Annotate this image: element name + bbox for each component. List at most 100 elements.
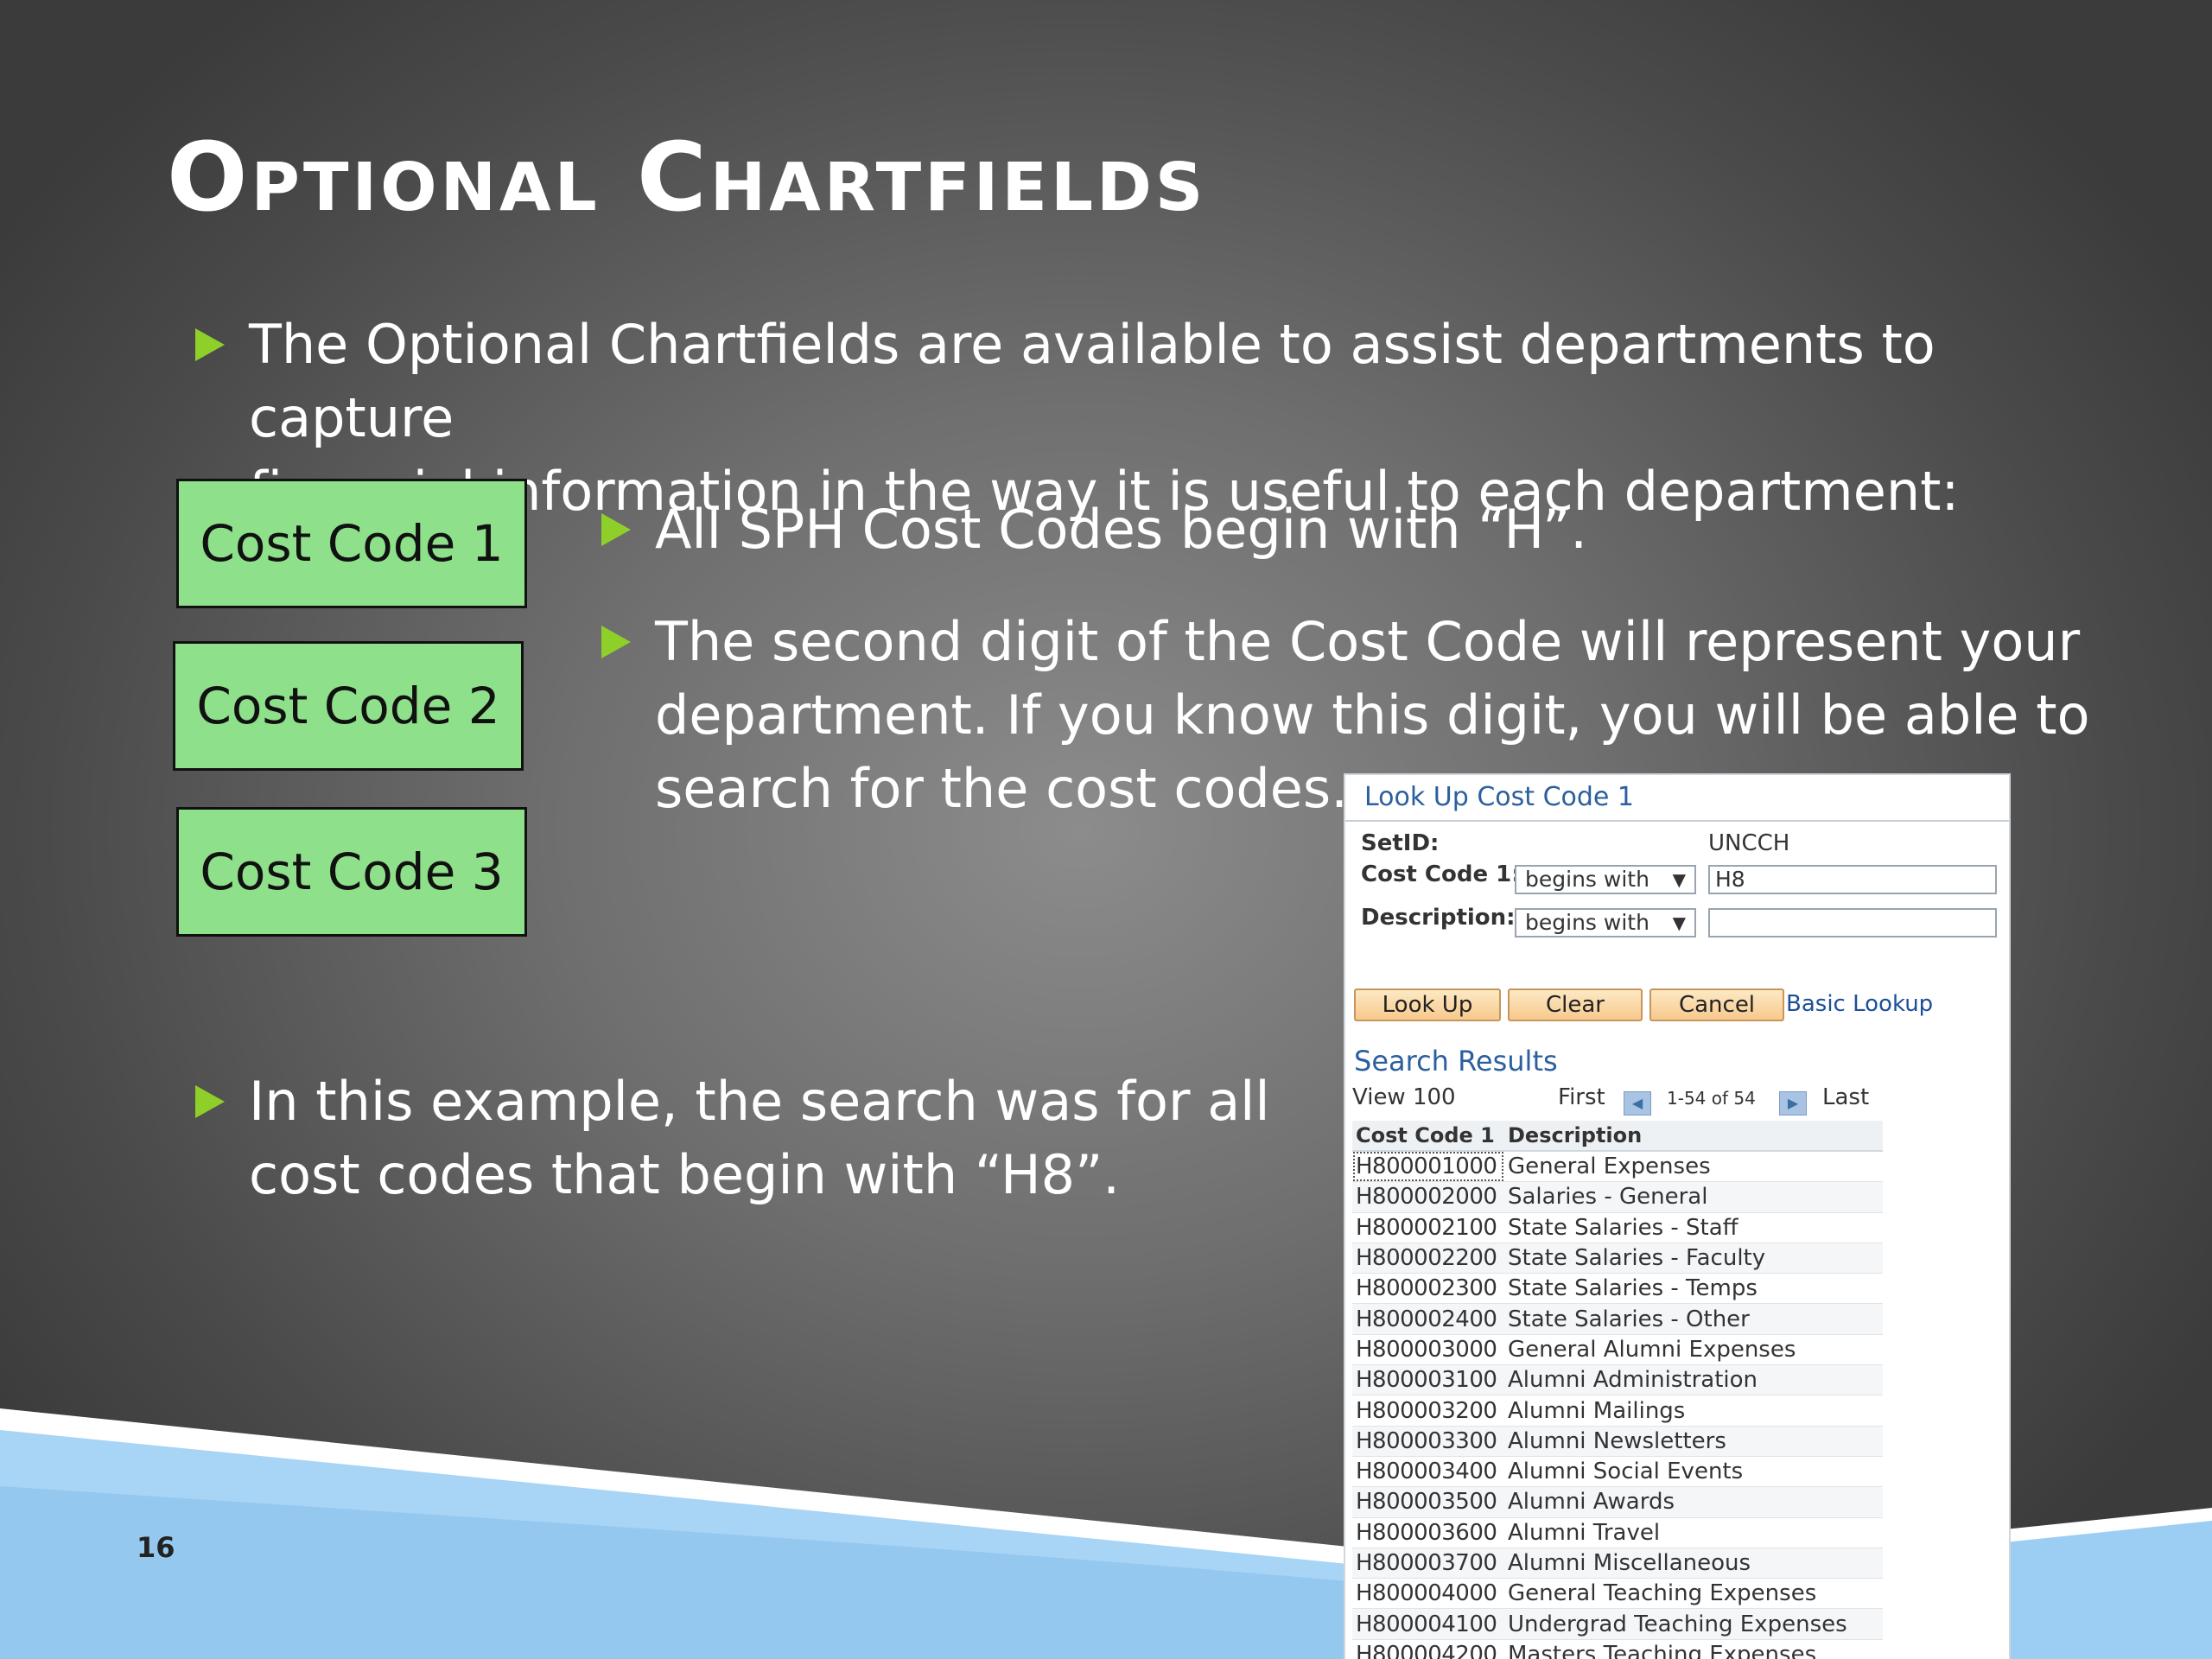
table-row[interactable]: H800002200 State Salaries - Faculty [1352, 1243, 1883, 1274]
basic-lookup-link[interactable]: Basic Lookup [1786, 991, 1933, 1017]
bullet-example-line1: In this example, the search was for all [249, 1070, 1270, 1133]
description-cell[interactable]: General Teaching Expenses [1504, 1578, 1883, 1610]
bullet-arrow-icon [195, 328, 225, 361]
bullet-main-line1: The Optional Chartfields are available t… [249, 313, 1936, 449]
cancel-button[interactable]: Cancel [1649, 988, 1784, 1021]
description-cell[interactable]: General Alumni Expenses [1504, 1334, 1883, 1366]
cost-code-cell[interactable]: H800004200 [1352, 1639, 1504, 1659]
description-cell[interactable]: Alumni Travel [1504, 1517, 1883, 1548]
table-row[interactable]: H800003700 Alumni Miscellaneous [1352, 1548, 1883, 1580]
cost-code-3-label: Cost Code 3 [200, 842, 504, 901]
table-row[interactable]: H800004100 Undergrad Teaching Expenses [1352, 1608, 1883, 1640]
cost-code-input[interactable]: H8 [1708, 865, 1997, 894]
column-header-description[interactable]: Description [1504, 1121, 1883, 1152]
description-cell[interactable]: General Expenses [1504, 1151, 1883, 1183]
description-operator-select[interactable]: begins with ▼ [1515, 908, 1696, 938]
bullet-h-line: All SPH Cost Codes begin with “H”. [655, 498, 1588, 561]
cost-code-cell[interactable]: H800003200 [1352, 1395, 1504, 1427]
bullet-h-prefix: All SPH Cost Codes begin with “H”. [601, 493, 2124, 566]
chevron-down-icon: ▼ [1672, 869, 1686, 890]
description-cell[interactable]: Salaries - General [1504, 1181, 1883, 1213]
description-operator-value: begins with [1525, 910, 1649, 935]
prev-page-icon[interactable]: ◀ [1624, 1091, 1651, 1116]
cost-code-2-box: Cost Code 2 [173, 641, 524, 771]
last-link[interactable]: Last [1822, 1084, 1869, 1110]
description-cell[interactable]: Undergrad Teaching Expenses [1504, 1608, 1883, 1640]
cost-code-cell[interactable]: H800003100 [1352, 1364, 1504, 1396]
column-header-cost-code[interactable]: Cost Code 1 [1352, 1121, 1504, 1152]
description-cell[interactable]: Alumni Awards [1504, 1486, 1883, 1518]
cost-code-cell[interactable]: H800002100 [1352, 1212, 1504, 1243]
look-up-button[interactable]: Look Up [1354, 988, 1501, 1021]
clear-button[interactable]: Clear [1508, 988, 1643, 1021]
result-range: 1-54 of 54 [1667, 1088, 1756, 1109]
description-cell[interactable]: Masters Teaching Expenses [1504, 1639, 1883, 1659]
results-body: H800001000 General Expenses H800002000 Sala… [1352, 1151, 1883, 1659]
cost-code-cell[interactable]: H800004100 [1352, 1608, 1504, 1640]
cost-code-operator-value: begins with [1525, 867, 1649, 892]
bullet-example: In this example, the search was for all … [195, 1065, 1329, 1211]
table-row[interactable]: H800003400 Alumni Social Events [1352, 1456, 1883, 1488]
description-cell[interactable]: State Salaries - Other [1504, 1303, 1883, 1335]
description-label: Description: [1361, 905, 1516, 931]
description-cell[interactable]: Alumni Newsletters [1504, 1426, 1883, 1457]
cost-code-cell[interactable]: H800002300 [1352, 1273, 1504, 1305]
table-row[interactable]: H800003500 Alumni Awards [1352, 1486, 1883, 1518]
results-header-row: Cost Code 1 Description [1352, 1121, 1883, 1152]
cost-code-cell[interactable]: H800002000 [1352, 1181, 1504, 1213]
cost-code-cell[interactable]: H800003000 [1352, 1334, 1504, 1366]
table-row[interactable]: H800003600 Alumni Travel [1352, 1517, 1883, 1548]
cost-code-cell[interactable]: H800001000 [1352, 1151, 1504, 1183]
table-row[interactable]: H800003300 Alumni Newsletters [1352, 1426, 1883, 1457]
cost-code-1-box: Cost Code 1 [176, 479, 527, 608]
cost-code-cell[interactable]: H800004000 [1352, 1578, 1504, 1610]
search-results-title: Search Results [1354, 1045, 1558, 1077]
cost-code-cell[interactable]: H800002200 [1352, 1243, 1504, 1274]
bullet-arrow-icon [601, 626, 631, 658]
slide-title: Optional Chartfields [167, 122, 1207, 232]
table-row[interactable]: H800003000 General Alumni Expenses [1352, 1334, 1883, 1366]
bullet-arrow-icon [601, 513, 631, 546]
table-row[interactable]: H800002400 State Salaries - Other [1352, 1303, 1883, 1335]
chevron-down-icon: ▼ [1672, 912, 1686, 933]
table-row[interactable]: H800004200 Masters Teaching Expenses [1352, 1639, 1883, 1659]
cost-code-1-label: Cost Code 1 [200, 514, 504, 573]
description-cell[interactable]: State Salaries - Faculty [1504, 1243, 1883, 1274]
description-cell[interactable]: Alumni Mailings [1504, 1395, 1883, 1427]
cost-code-2-label: Cost Code 2 [196, 677, 500, 735]
table-row[interactable]: H800003100 Alumni Administration [1352, 1364, 1883, 1396]
cost-code-cell[interactable]: H800003700 [1352, 1548, 1504, 1580]
cost-code-operator-select[interactable]: begins with ▼ [1515, 865, 1696, 894]
description-cell[interactable]: Alumni Miscellaneous [1504, 1548, 1883, 1580]
description-cell[interactable]: Alumni Administration [1504, 1364, 1883, 1396]
description-cell[interactable]: State Salaries - Temps [1504, 1273, 1883, 1305]
table-row[interactable]: H800001000 General Expenses [1352, 1151, 1883, 1183]
bullet-arrow-icon [195, 1085, 225, 1118]
bullet-digit-line2: department. If you know this digit, you … [655, 683, 2090, 747]
table-row[interactable]: H800002300 State Salaries - Temps [1352, 1273, 1883, 1305]
setid-label: SetID: [1361, 830, 1440, 856]
lookup-title: Look Up Cost Code 1 [1345, 775, 2009, 822]
cost-code-label: Cost Code 1: [1361, 861, 1521, 887]
cost-code-cell[interactable]: H800003600 [1352, 1517, 1504, 1548]
cost-code-cell[interactable]: H800003300 [1352, 1426, 1504, 1457]
cost-code-3-box: Cost Code 3 [176, 807, 527, 937]
view-100-link[interactable]: View 100 [1352, 1084, 1456, 1110]
results-table: Cost Code 1 Description H800001000 Genera… [1352, 1121, 1883, 1659]
next-page-icon[interactable]: ▶ [1779, 1091, 1807, 1116]
table-row[interactable]: H800002100 State Salaries - Staff [1352, 1212, 1883, 1243]
cost-code-cell[interactable]: H800003500 [1352, 1486, 1504, 1518]
lookup-panel: Look Up Cost Code 1 SetID: UNCCH Cost Co… [1344, 773, 2011, 1659]
description-input[interactable] [1708, 908, 1997, 938]
cost-code-cell[interactable]: H800003400 [1352, 1456, 1504, 1488]
table-row[interactable]: H800004000 General Teaching Expenses [1352, 1578, 1883, 1610]
setid-value: UNCCH [1708, 830, 1790, 856]
description-cell[interactable]: Alumni Social Events [1504, 1456, 1883, 1488]
table-row[interactable]: H800002000 Salaries - General [1352, 1181, 1883, 1213]
bullet-example-line2: cost codes that begin with “H8”. [249, 1143, 1120, 1206]
bullet-digit-line1: The second digit of the Cost Code will r… [655, 610, 2081, 673]
cost-code-cell[interactable]: H800002400 [1352, 1303, 1504, 1335]
first-link[interactable]: First [1558, 1084, 1605, 1110]
table-row[interactable]: H800003200 Alumni Mailings [1352, 1395, 1883, 1427]
description-cell[interactable]: State Salaries - Staff [1504, 1212, 1883, 1243]
